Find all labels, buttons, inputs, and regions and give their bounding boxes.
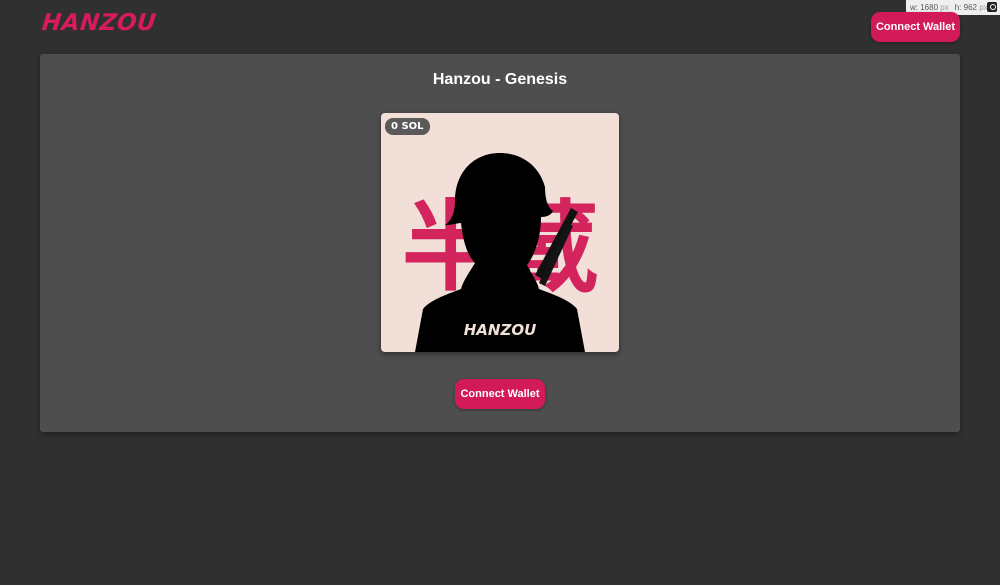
nft-artwork: 半蔵 HANZOU 0 SOL — [381, 113, 619, 352]
page: HANZOU w: 1680 px h: 962 px Connect Wall… — [0, 0, 1000, 585]
price-badge: 0 SOL — [385, 118, 430, 135]
mint-connect-wallet-button[interactable]: Connect Wallet — [455, 379, 545, 409]
mint-card: Hanzou - Genesis 半蔵 HANZOU 0 SOL Connect… — [40, 54, 960, 432]
pin-icon[interactable] — [987, 2, 997, 12]
height-readout: h: 962 px — [954, 3, 988, 12]
hanzou-logo[interactable]: HANZOU — [41, 10, 158, 36]
shirt-logo-text: HANZOU — [464, 321, 537, 339]
header-connect-wallet-button[interactable]: Connect Wallet — [871, 12, 960, 42]
width-readout: w: 1680 px — [910, 3, 949, 12]
collection-title: Hanzou - Genesis — [432, 71, 568, 88]
samurai-silhouette-image: 半蔵 HANZOU — [402, 153, 598, 352]
